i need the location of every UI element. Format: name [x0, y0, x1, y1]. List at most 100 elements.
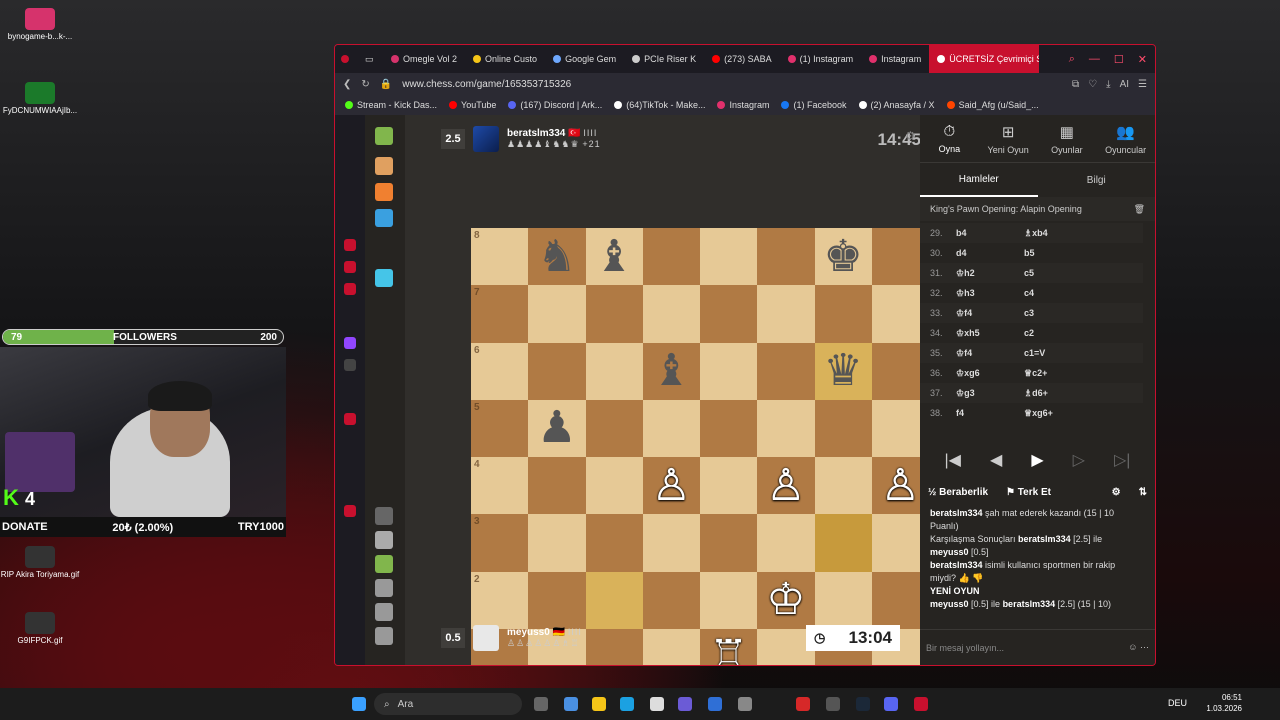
move-black[interactable]: c4	[1024, 288, 1092, 298]
menu-icon[interactable]: ☰	[1138, 79, 1147, 90]
board-square[interactable]: ♔	[757, 571, 815, 629]
app-red-icon[interactable]	[796, 697, 810, 711]
settings-icon[interactable]	[375, 627, 393, 645]
chrome-icon[interactable]	[738, 697, 752, 711]
panel-tab[interactable]: ⏱ Oyna	[920, 115, 979, 162]
board-square[interactable]: 2	[471, 571, 529, 629]
messages-icon[interactable]	[375, 579, 393, 597]
board-square[interactable]: ♙	[642, 457, 700, 515]
lang-indicator[interactable]: DEU	[1168, 698, 1187, 708]
thumbs-down-icon[interactable]: 👎	[972, 573, 983, 583]
desktop-icon-1[interactable]: bynogame-b...k-...	[0, 8, 80, 41]
board-square[interactable]: ♚	[814, 228, 872, 286]
chess-piece[interactable]: ♙	[652, 463, 691, 508]
emoji-icon[interactable]: ☺ ⋯	[1128, 642, 1149, 653]
chess-piece[interactable]: ♚	[823, 234, 862, 279]
move-black[interactable]: b5	[1024, 248, 1092, 258]
chess-piece[interactable]: ♛	[823, 349, 862, 393]
board-square[interactable]	[814, 285, 872, 343]
x-icon[interactable]	[344, 359, 356, 371]
bookmark-item[interactable]: (64)TikTok - Make...	[614, 100, 705, 110]
panel-tab[interactable]: ▦ Oyunlar	[1038, 115, 1097, 162]
move-black[interactable]: c1=V	[1024, 348, 1092, 358]
bookmark-item[interactable]: (1) Facebook	[781, 100, 847, 110]
move-white[interactable]: ♔xg6	[956, 368, 1024, 379]
url-field[interactable]: www.chess.com/game/165353715326	[402, 79, 571, 90]
browser-tab[interactable]: Online Custo	[465, 45, 545, 73]
board-square[interactable]: ♝	[642, 342, 700, 400]
lessons-icon[interactable]	[375, 209, 393, 227]
move-list[interactable]: 29. b4 ♗xb4 30. d4 b5 31. ♔h2 c5 32. ♔h3 c4 33. ♔f4 c3…	[920, 223, 1143, 423]
board-square[interactable]	[642, 399, 700, 457]
bookmark-item[interactable]: Stream - Kick Das...	[345, 100, 437, 110]
taskbar-search[interactable]: ⌕ Ara	[374, 693, 522, 715]
board-square[interactable]: 6	[471, 342, 529, 400]
notifications-icon[interactable]	[375, 603, 393, 621]
move-white[interactable]: ♔h3	[956, 288, 1024, 299]
clock-tray[interactable]: 06:51 1.03.2026	[1206, 692, 1242, 714]
browser-tab[interactable]: (273) SABA	[704, 45, 780, 73]
chess-piece[interactable]: ♖	[709, 635, 748, 665]
app-icon[interactable]	[708, 697, 722, 711]
profile-icon[interactable]	[375, 531, 393, 549]
desktop-icon-2[interactable]: FyDCNUMWIAAjIb...	[0, 82, 80, 115]
analysis-icon[interactable]: ⚙	[1112, 487, 1121, 498]
diamond-icon[interactable]	[375, 269, 393, 287]
chess-piece[interactable]: ♝	[652, 349, 691, 393]
search-tabs-icon[interactable]: ⌕	[1069, 53, 1075, 66]
apps-icon[interactable]	[678, 697, 692, 711]
edge-icon[interactable]	[620, 697, 634, 711]
move-white[interactable]: ♔g3	[956, 388, 1024, 399]
board-square[interactable]	[700, 457, 758, 515]
close-icon[interactable]: ✕	[1138, 53, 1147, 66]
browser-tab[interactable]: Instagram	[861, 45, 929, 73]
chess-piece[interactable]: ♙	[766, 463, 805, 508]
board-square[interactable]	[585, 399, 643, 457]
board-square[interactable]	[700, 285, 758, 343]
task-view-icon[interactable]	[534, 697, 548, 711]
chess-piece[interactable]: ♙	[881, 463, 920, 508]
board-square[interactable]	[642, 228, 700, 286]
clock-icon[interactable]	[344, 413, 356, 425]
browser-tab[interactable]: (1) Instagram	[780, 45, 862, 73]
board-square[interactable]	[814, 399, 872, 457]
windows-start-icon[interactable]	[352, 697, 366, 711]
board-square[interactable]	[700, 514, 758, 572]
board-square[interactable]	[585, 285, 643, 343]
move-white[interactable]: b4	[956, 228, 1024, 238]
board-square[interactable]: ♟	[528, 399, 586, 457]
board-square[interactable]	[585, 457, 643, 515]
chess-piece[interactable]: ♟	[537, 406, 576, 450]
download-icon[interactable]: ⤓	[1106, 79, 1110, 90]
opera-gx-icon[interactable]	[914, 697, 928, 711]
discord-icon[interactable]	[884, 697, 898, 711]
play-icon[interactable]: ▶	[1031, 450, 1043, 470]
top-player-name[interactable]: beratslm334	[507, 128, 565, 139]
chess-piece[interactable]: ♝	[594, 234, 633, 279]
chess-piece[interactable]: ♞	[537, 234, 576, 279]
puzzles-icon[interactable]	[375, 157, 393, 175]
resign-button[interactable]: ⚑ Terk Et	[1006, 487, 1051, 498]
board-square[interactable]	[528, 514, 586, 572]
friends-icon[interactable]	[375, 555, 393, 573]
bookmark-item[interactable]: (167) Discord | Ark...	[508, 100, 602, 110]
chess-piece[interactable]: ♔	[766, 578, 805, 622]
board-square[interactable]	[700, 342, 758, 400]
move-black[interactable]: c5	[1024, 268, 1092, 278]
settings-icon[interactable]	[344, 505, 356, 517]
board-square[interactable]	[700, 228, 758, 286]
flip-board-icon[interactable]: ⇅	[1139, 487, 1147, 498]
move-white[interactable]: ♔xh5	[956, 328, 1024, 339]
browser-tab[interactable]: PCIe Riser K	[624, 45, 704, 73]
board-square[interactable]: ♞	[528, 228, 586, 286]
chess-board[interactable]: 8♞♝♚76♝♛5♟4♙♙♙32♔1abcde♖fgh	[471, 228, 929, 665]
move-black[interactable]: ♕xg6+	[1024, 408, 1092, 419]
first-move-icon[interactable]: |◀	[945, 450, 961, 470]
board-square[interactable]	[757, 285, 815, 343]
board-square[interactable]: 5	[471, 399, 529, 457]
board-square[interactable]: e♖	[700, 628, 758, 665]
move-black[interactable]: ♗d6+	[1024, 388, 1092, 399]
prev-move-icon[interactable]: ◀	[990, 450, 1002, 470]
history-icon[interactable]	[344, 239, 356, 251]
board-settings-icon[interactable]: ⚙	[905, 129, 916, 143]
